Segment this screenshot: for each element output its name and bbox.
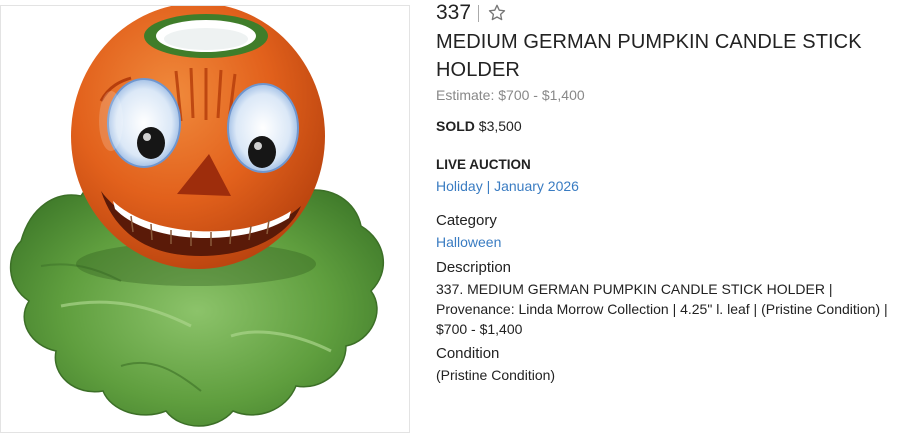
sold-price-line: SOLD $3,500 — [436, 118, 522, 134]
condition-heading: Condition — [436, 345, 500, 362]
star-outline-icon[interactable] — [487, 3, 507, 23]
description-text: 337. MEDIUM GERMAN PUMPKIN CANDLE STICK … — [436, 281, 888, 337]
lot-number-row: 337 — [436, 1, 507, 25]
live-auction-heading: LIVE AUCTION — [436, 157, 531, 172]
lot-number: 337 — [436, 1, 472, 24]
lot-title: MEDIUM GERMAN PUMPKIN CANDLE STICK HOLDE… — [436, 31, 862, 81]
category-heading: Category — [436, 212, 497, 229]
lot-divider — [478, 4, 480, 22]
sold-price: $3,500 — [478, 118, 522, 134]
lot-photo[interactable] — [0, 5, 410, 433]
condition-text: (Pristine Condition) — [436, 367, 556, 383]
category-link[interactable]: Halloween — [436, 234, 501, 250]
pumpkin-candle-holder-image — [9, 6, 385, 427]
description-heading: Description — [436, 259, 512, 276]
auction-link[interactable]: Holiday | January 2026 — [436, 178, 579, 194]
sold-label: SOLD — [436, 118, 475, 134]
estimate-text: Estimate: $700 - $1,400 — [436, 87, 585, 103]
